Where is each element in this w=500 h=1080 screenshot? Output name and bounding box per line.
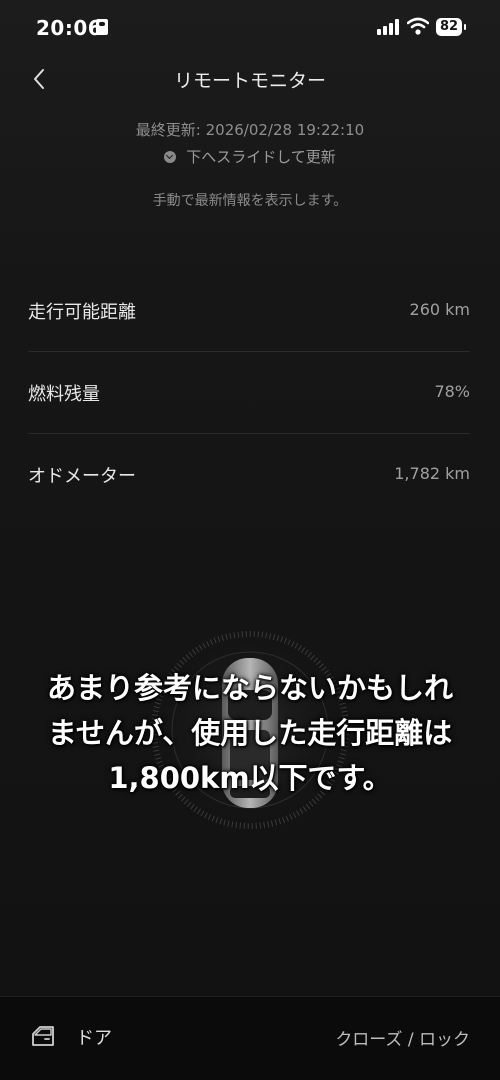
bottom-bar: ドア クローズ / ロック <box>0 996 500 1080</box>
id-card-icon <box>96 19 108 35</box>
status-bar: 20:06 82 <box>0 0 500 58</box>
wifi-icon <box>407 17 429 35</box>
slide-to-refresh-hint: 下へスライドして更新 <box>0 146 500 167</box>
last-updated-text: 最終更新: 2026/02/28 19:22:10 <box>135 121 365 139</box>
chevron-down-icon <box>164 151 177 163</box>
caption-line-1: あまり参考にならないかもしれ <box>46 671 453 705</box>
data-row-range: 走行可能距離 260 km <box>28 270 470 352</box>
status-time: 20:06 <box>36 16 103 40</box>
vehicle-data-list: 走行可能距離 260 km 燃料残量 78% オドメーター 1,782 km <box>28 270 470 515</box>
row-label: 燃料残量 <box>28 384 100 405</box>
car-door-icon <box>32 1026 54 1046</box>
page-title: リモートモニター <box>173 70 326 92</box>
cellular-signal-icon <box>377 19 399 35</box>
manual-refresh-note: 手動で最新情報を表示します。 <box>152 193 348 209</box>
close-lock-button[interactable]: クローズ / ロック <box>335 1025 470 1050</box>
caption-line-2: ませんが、使用した走行距離は <box>47 716 453 750</box>
battery-icon: 82 <box>436 18 466 36</box>
row-value: 1,782 km <box>394 464 470 483</box>
row-label: 走行可能距離 <box>28 302 136 323</box>
data-row-odometer: オドメーター 1,782 km <box>28 434 470 515</box>
row-value: 260 km <box>409 300 470 319</box>
caption-line-3: 1,800km以下です。 <box>108 761 392 795</box>
data-row-fuel: 燃料残量 78% <box>28 352 470 434</box>
remote-monitor-screen: 20:06 82 リモートモニター 最終更新: 2026/02/28 19:22… <box>0 0 500 1080</box>
overlay-caption: あまり参考にならないかもしれ ませんが、使用した走行距離は 1,800km以下で… <box>10 666 490 801</box>
slide-hint-label: 下へスライドして更新 <box>186 148 336 166</box>
row-label: オドメーター <box>28 466 136 487</box>
door-label[interactable]: ドア <box>76 1024 112 1050</box>
row-value: 78% <box>434 382 470 401</box>
